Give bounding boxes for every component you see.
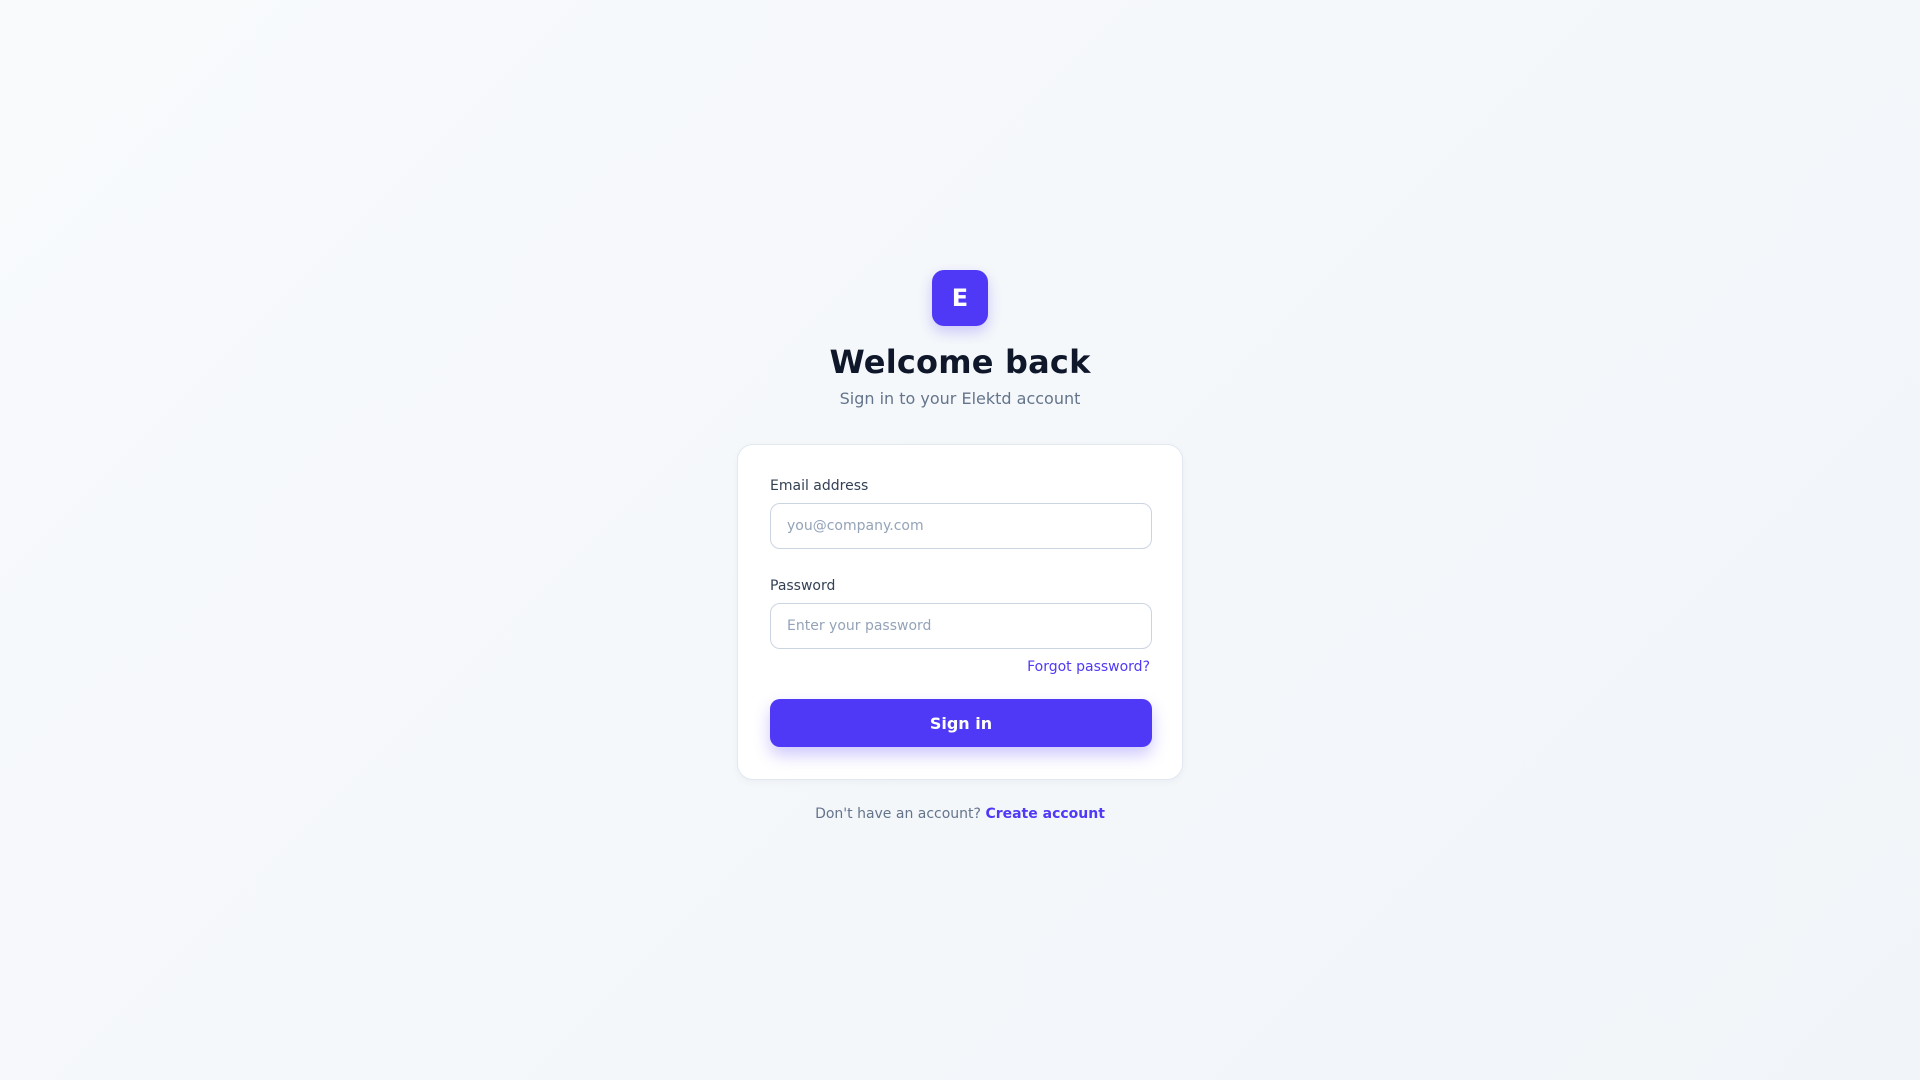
sign-in-button[interactable]: Sign in	[770, 699, 1152, 747]
brand-logo: E	[932, 270, 988, 326]
email-field-group: Email address	[770, 477, 1152, 549]
sign-in-card: Email address Password Forgot password? …	[737, 444, 1183, 780]
brand-logo-letter: E	[951, 284, 969, 312]
create-account-link[interactable]: Create account	[985, 806, 1104, 822]
email-label: Email address	[770, 478, 869, 494]
forgot-password-link[interactable]: Forgot password?	[1027, 659, 1150, 675]
email-input[interactable]	[770, 503, 1152, 549]
footer-signup: Don't have an account? Create account	[815, 806, 1105, 822]
password-input[interactable]	[770, 603, 1152, 649]
password-label: Password	[770, 578, 836, 594]
forgot-password-row: Forgot password?	[770, 659, 1150, 675]
login-page: E Welcome back Sign in to your Elektd ac…	[0, 0, 1920, 1080]
page-title: Welcome back	[829, 343, 1091, 381]
footer-prompt: Don't have an account?	[815, 806, 981, 822]
page-subtitle: Sign in to your Elektd account	[839, 389, 1081, 408]
password-field-group: Password	[770, 577, 1152, 649]
